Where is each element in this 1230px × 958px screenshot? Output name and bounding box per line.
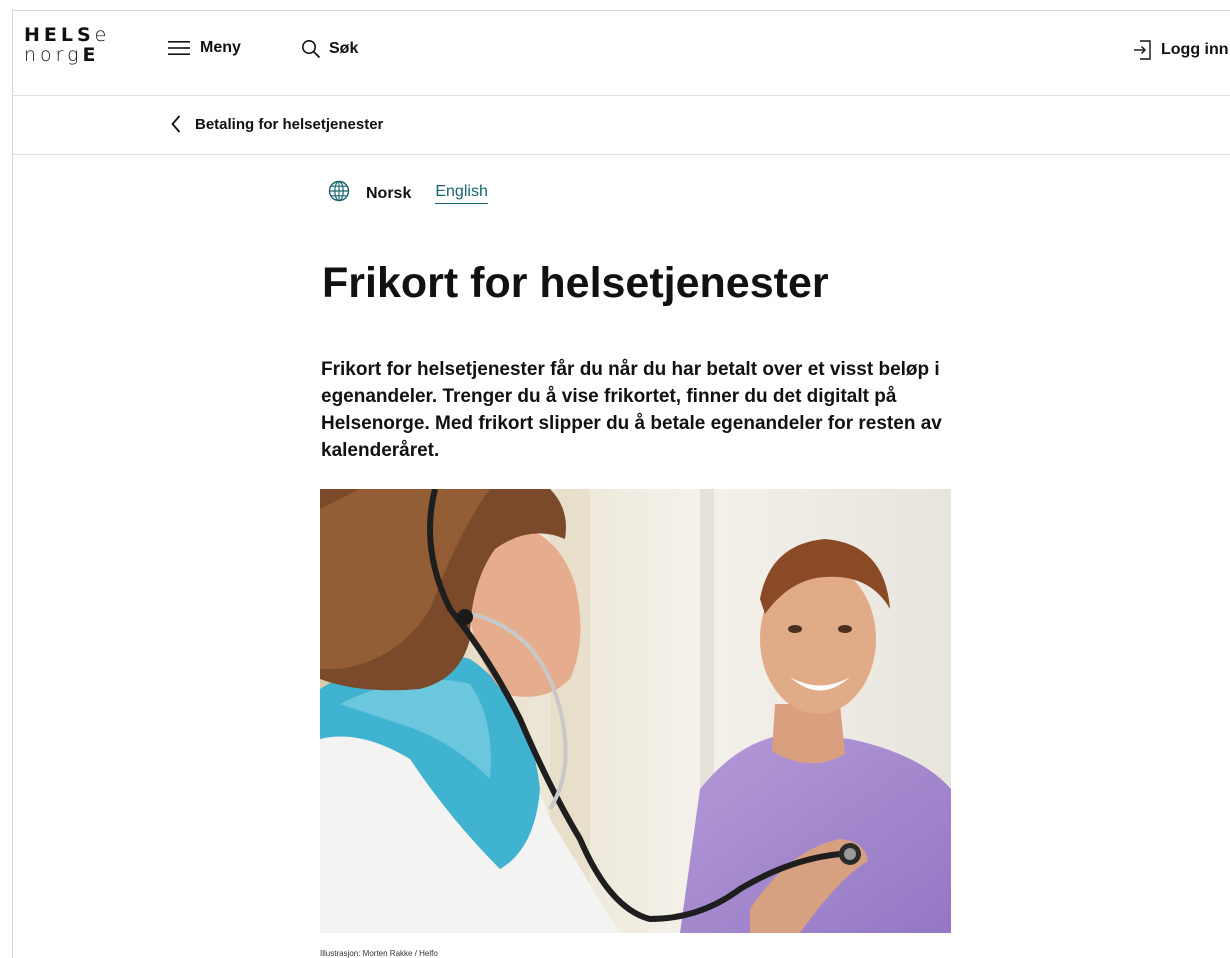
login-button[interactable]: Logg inn [1133,39,1229,61]
login-label: Logg inn [1161,41,1229,58]
search-label: Søk [329,40,359,57]
search-icon [302,40,321,59]
logo-bottom-row: norgE [24,44,100,66]
logo-top-row: HELSe [24,24,111,46]
page-title: Frikort for helsetjenester [322,259,829,307]
site-header: HELSe norgE Meny Søk Logg inn [13,11,1230,96]
hamburger-icon [168,41,190,55]
language-switcher: Norsk English [328,180,488,204]
globe-icon [328,180,350,201]
breadcrumb-label: Betaling for helsetjenester [195,115,384,133]
search-button[interactable]: Søk [301,39,358,59]
doctor-patient-photo [320,489,951,933]
login-icon [1134,40,1151,60]
language-norsk: Norsk [366,184,412,202]
article-ingress: Frikort for helsetjenester får du når du… [321,359,942,461]
chevron-left-icon [171,115,181,133]
language-english-link[interactable]: English [435,183,488,204]
helsenorge-logo[interactable]: HELSe norgE [24,25,110,65]
article-image [320,489,951,933]
menu-button[interactable]: Meny [168,39,241,57]
breadcrumb-back-link[interactable]: Betaling for helsetjenester [171,115,383,133]
browser-viewport: HELSe norgE Meny Søk Logg inn Betaling f… [12,10,1230,958]
menu-label: Meny [200,39,241,56]
breadcrumb-bar: Betaling for helsetjenester [13,96,1230,155]
